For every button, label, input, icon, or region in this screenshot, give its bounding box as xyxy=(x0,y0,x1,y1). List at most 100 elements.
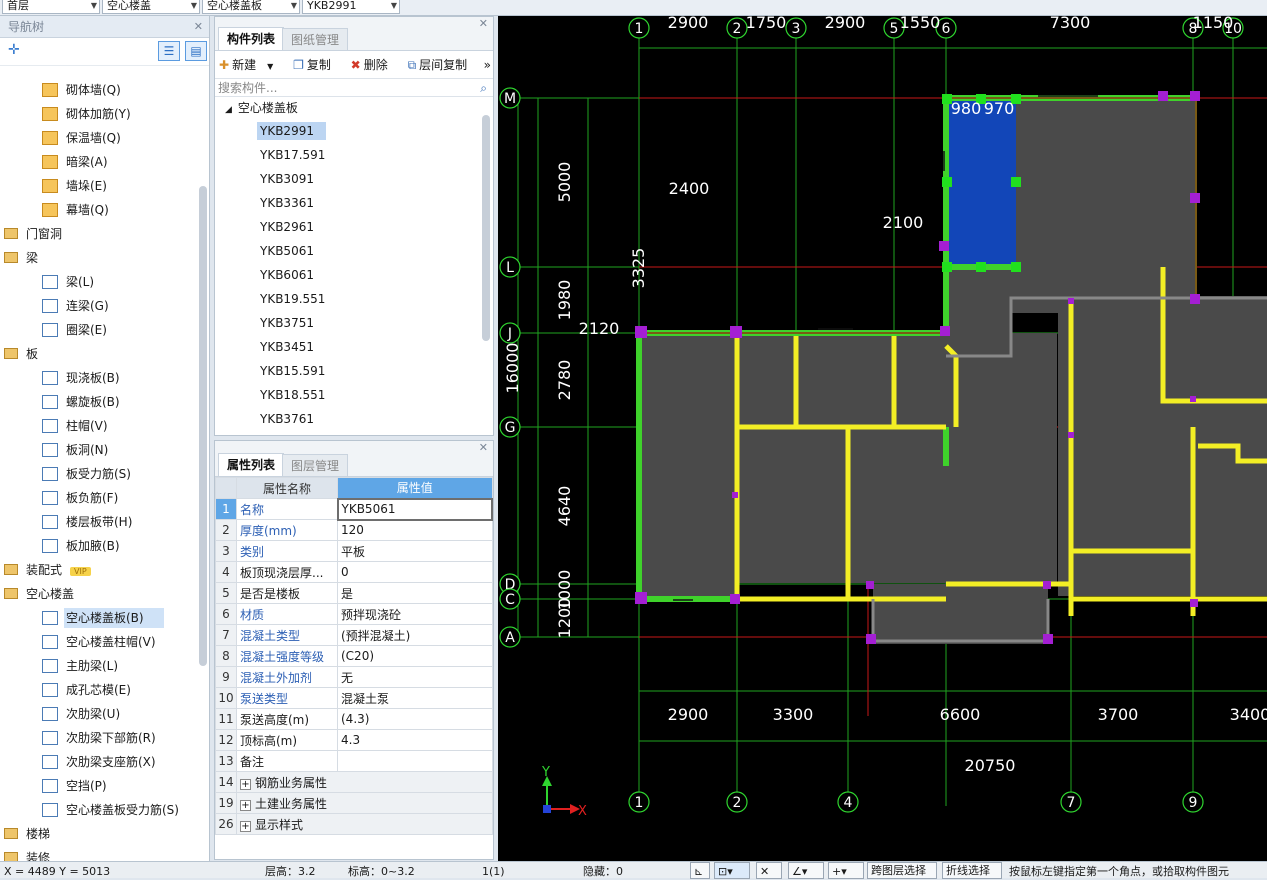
component-group[interactable]: ◢ 空心楼盖板 xyxy=(215,97,493,119)
snap-toggle-button[interactable]: ⊡▾ xyxy=(714,862,750,879)
nav-item[interactable]: 砌体加筋(Y) xyxy=(0,102,198,126)
property-value[interactable]: (C20) xyxy=(337,645,493,667)
nav-item[interactable]: 楼梯 xyxy=(0,822,198,846)
property-row[interactable]: 5 是否是楼板是 xyxy=(215,582,493,604)
property-value[interactable]: 预拌现浇砼 xyxy=(337,603,493,625)
grid-view-icon[interactable]: ▤ xyxy=(185,41,207,61)
nav-item[interactable]: 成孔芯模(E) xyxy=(0,678,198,702)
nav-item[interactable]: 空心楼盖 xyxy=(0,582,198,606)
nav-item[interactable]: 门窗洞 xyxy=(0,222,198,246)
nav-item[interactable]: 次肋梁支座筋(X) xyxy=(0,750,198,774)
angle-toggle-button[interactable]: ∠▾ xyxy=(788,862,824,879)
expand-icon[interactable]: + xyxy=(240,778,251,790)
nav-item[interactable]: 现浇板(B) xyxy=(0,366,198,390)
nav-item[interactable]: 板加腋(B) xyxy=(0,534,198,558)
component-item[interactable]: YKB2961 xyxy=(215,215,493,239)
nav-item[interactable]: 保温墙(Q) xyxy=(0,126,198,150)
property-row[interactable]: 12 顶标高(m) 4.3 xyxy=(215,729,493,751)
nav-scrollbar[interactable] xyxy=(199,186,207,666)
nav-item[interactable]: 板 xyxy=(0,342,198,366)
nav-item[interactable]: 空心楼盖板(B) xyxy=(0,606,198,630)
nav-item[interactable]: 螺旋板(B) xyxy=(0,390,198,414)
property-value[interactable]: 平板 xyxy=(337,540,493,562)
drawing-canvas[interactable]: 1 2 3 5 6 8 10 1 2 4 7 9 M L J G D C A 2900 1750 2900 1550 730… xyxy=(498,16,1267,861)
property-row[interactable]: 2 厚度(mm) 120 xyxy=(215,519,493,541)
component-item[interactable]: YKB2991 xyxy=(215,119,493,143)
property-value[interactable]: YKB5061 xyxy=(336,497,493,521)
property-row[interactable]: 3 类别 平板 xyxy=(215,540,493,562)
nav-item[interactable]: 板负筋(F) xyxy=(0,486,198,510)
component-item[interactable]: YKB15.591 xyxy=(215,359,493,383)
tab-drawing-management[interactable]: 图纸管理 xyxy=(282,28,349,50)
property-group-row[interactable]: 26 + 显示样式 xyxy=(215,813,493,835)
property-value[interactable]: (4.3) xyxy=(337,708,493,730)
property-row[interactable]: 7 混凝土类型 (预拌混凝土) xyxy=(215,624,493,646)
more-icon[interactable]: » xyxy=(484,51,491,79)
floor-copy-button[interactable]: ⧉ 层间复制 xyxy=(408,58,476,72)
property-value[interactable]: (预拌混凝土) xyxy=(337,624,493,646)
nav-item[interactable]: 空心楼盖柱帽(V) xyxy=(0,630,198,654)
component-item[interactable]: YKB6061 xyxy=(215,263,493,287)
component-item[interactable]: YKB5061 xyxy=(215,239,493,263)
expand-icon[interactable]: + xyxy=(240,799,251,811)
component-item[interactable]: YKB19.551 xyxy=(215,287,493,311)
property-row[interactable]: 6 材质 预拌现浇砼 xyxy=(215,603,493,625)
property-value[interactable]: 4.3 xyxy=(337,729,493,751)
nav-item[interactable]: 圈梁(E) xyxy=(0,318,198,342)
cross-layer-select-button[interactable]: 跨图层选择 xyxy=(867,862,937,879)
nav-item[interactable]: 装配式 VIP xyxy=(0,558,198,582)
property-row[interactable]: 13 备注 xyxy=(215,750,493,772)
floor-select[interactable]: 首层 ▼ xyxy=(2,0,100,14)
add-icon[interactable]: ✛ xyxy=(8,42,20,58)
close-icon[interactable]: ✕ xyxy=(479,17,488,30)
ortho-toggle-button[interactable]: ⊾ xyxy=(690,862,710,879)
nav-item[interactable]: 空挡(P) xyxy=(0,774,198,798)
property-value[interactable] xyxy=(337,750,493,772)
property-value[interactable]: 0 xyxy=(337,561,493,583)
nav-item[interactable]: 次肋梁(U) xyxy=(0,702,198,726)
property-value[interactable]: 120 xyxy=(337,519,493,541)
property-group-row[interactable]: 19 + 土建业务属性 xyxy=(215,792,493,814)
polyline-select-button[interactable]: 折线选择 xyxy=(942,862,1002,879)
property-group[interactable]: + 显示样式 xyxy=(236,813,493,835)
property-group[interactable]: + 钢筋业务属性 xyxy=(236,771,493,793)
component-item[interactable]: YKB3451 xyxy=(215,335,493,359)
floor-plan[interactable]: 1 2 3 5 6 8 101 2 4 7 9MLJGDCA 2900 1750 2900 1550 730… xyxy=(498,16,1267,861)
tab-layer-management[interactable]: 图层管理 xyxy=(282,454,349,476)
property-value[interactable]: 是 xyxy=(337,582,493,604)
type-select[interactable]: 空心楼盖板 ▼ xyxy=(202,0,300,14)
close-icon[interactable]: ✕ xyxy=(194,16,203,38)
component-scrollbar[interactable] xyxy=(482,115,490,341)
list-view-icon[interactable]: ☰ xyxy=(158,41,180,61)
nav-item[interactable]: 楼层板带(H) xyxy=(0,510,198,534)
property-row[interactable]: 9 混凝土外加剂无 xyxy=(215,666,493,688)
offset-toggle-button[interactable]: +▾ xyxy=(828,862,864,879)
property-value[interactable]: 无 xyxy=(337,666,493,688)
nav-item[interactable]: 连梁(G) xyxy=(0,294,198,318)
tab-property-list[interactable]: 属性列表 xyxy=(218,453,285,476)
nav-item[interactable]: 梁 xyxy=(0,246,198,270)
category-select[interactable]: 空心楼盖 ▼ xyxy=(102,0,200,14)
property-row[interactable]: 8 混凝土强度等级 (C20) xyxy=(215,645,493,667)
nav-item[interactable]: 梁(L) xyxy=(0,270,198,294)
property-group[interactable]: + 土建业务属性 xyxy=(236,792,493,814)
item-select[interactable]: YKB2991 ▼ xyxy=(302,0,400,14)
new-button[interactable]: ✚ 新建 ▼ xyxy=(219,58,281,72)
property-row[interactable]: 10 泵送类型 混凝土泵 xyxy=(215,687,493,709)
component-search-input[interactable]: 搜索构件... ⌕ xyxy=(215,79,493,97)
tab-component-list[interactable]: 构件列表 xyxy=(218,27,285,50)
component-item[interactable]: YKB17.591 xyxy=(215,143,493,167)
property-group-row[interactable]: 14 + 钢筋业务属性 xyxy=(215,771,493,793)
nav-item[interactable]: 暗梁(A) xyxy=(0,150,198,174)
nav-item[interactable]: 墙垛(E) xyxy=(0,174,198,198)
property-value[interactable]: 混凝土泵 xyxy=(337,687,493,709)
component-item[interactable]: YKB3091 xyxy=(215,167,493,191)
component-item[interactable]: YKB3761 xyxy=(215,407,493,431)
nav-item[interactable]: 柱帽(V) xyxy=(0,414,198,438)
property-row[interactable]: 4 板顶现浇层厚... 0 xyxy=(215,561,493,583)
component-item[interactable]: YKB3751 xyxy=(215,311,493,335)
component-item[interactable]: YKB3361 xyxy=(215,191,493,215)
nav-item[interactable]: 主肋梁(L) xyxy=(0,654,198,678)
nav-item[interactable]: 板洞(N) xyxy=(0,438,198,462)
property-row[interactable]: 1 名称 YKB5061 xyxy=(215,497,493,521)
